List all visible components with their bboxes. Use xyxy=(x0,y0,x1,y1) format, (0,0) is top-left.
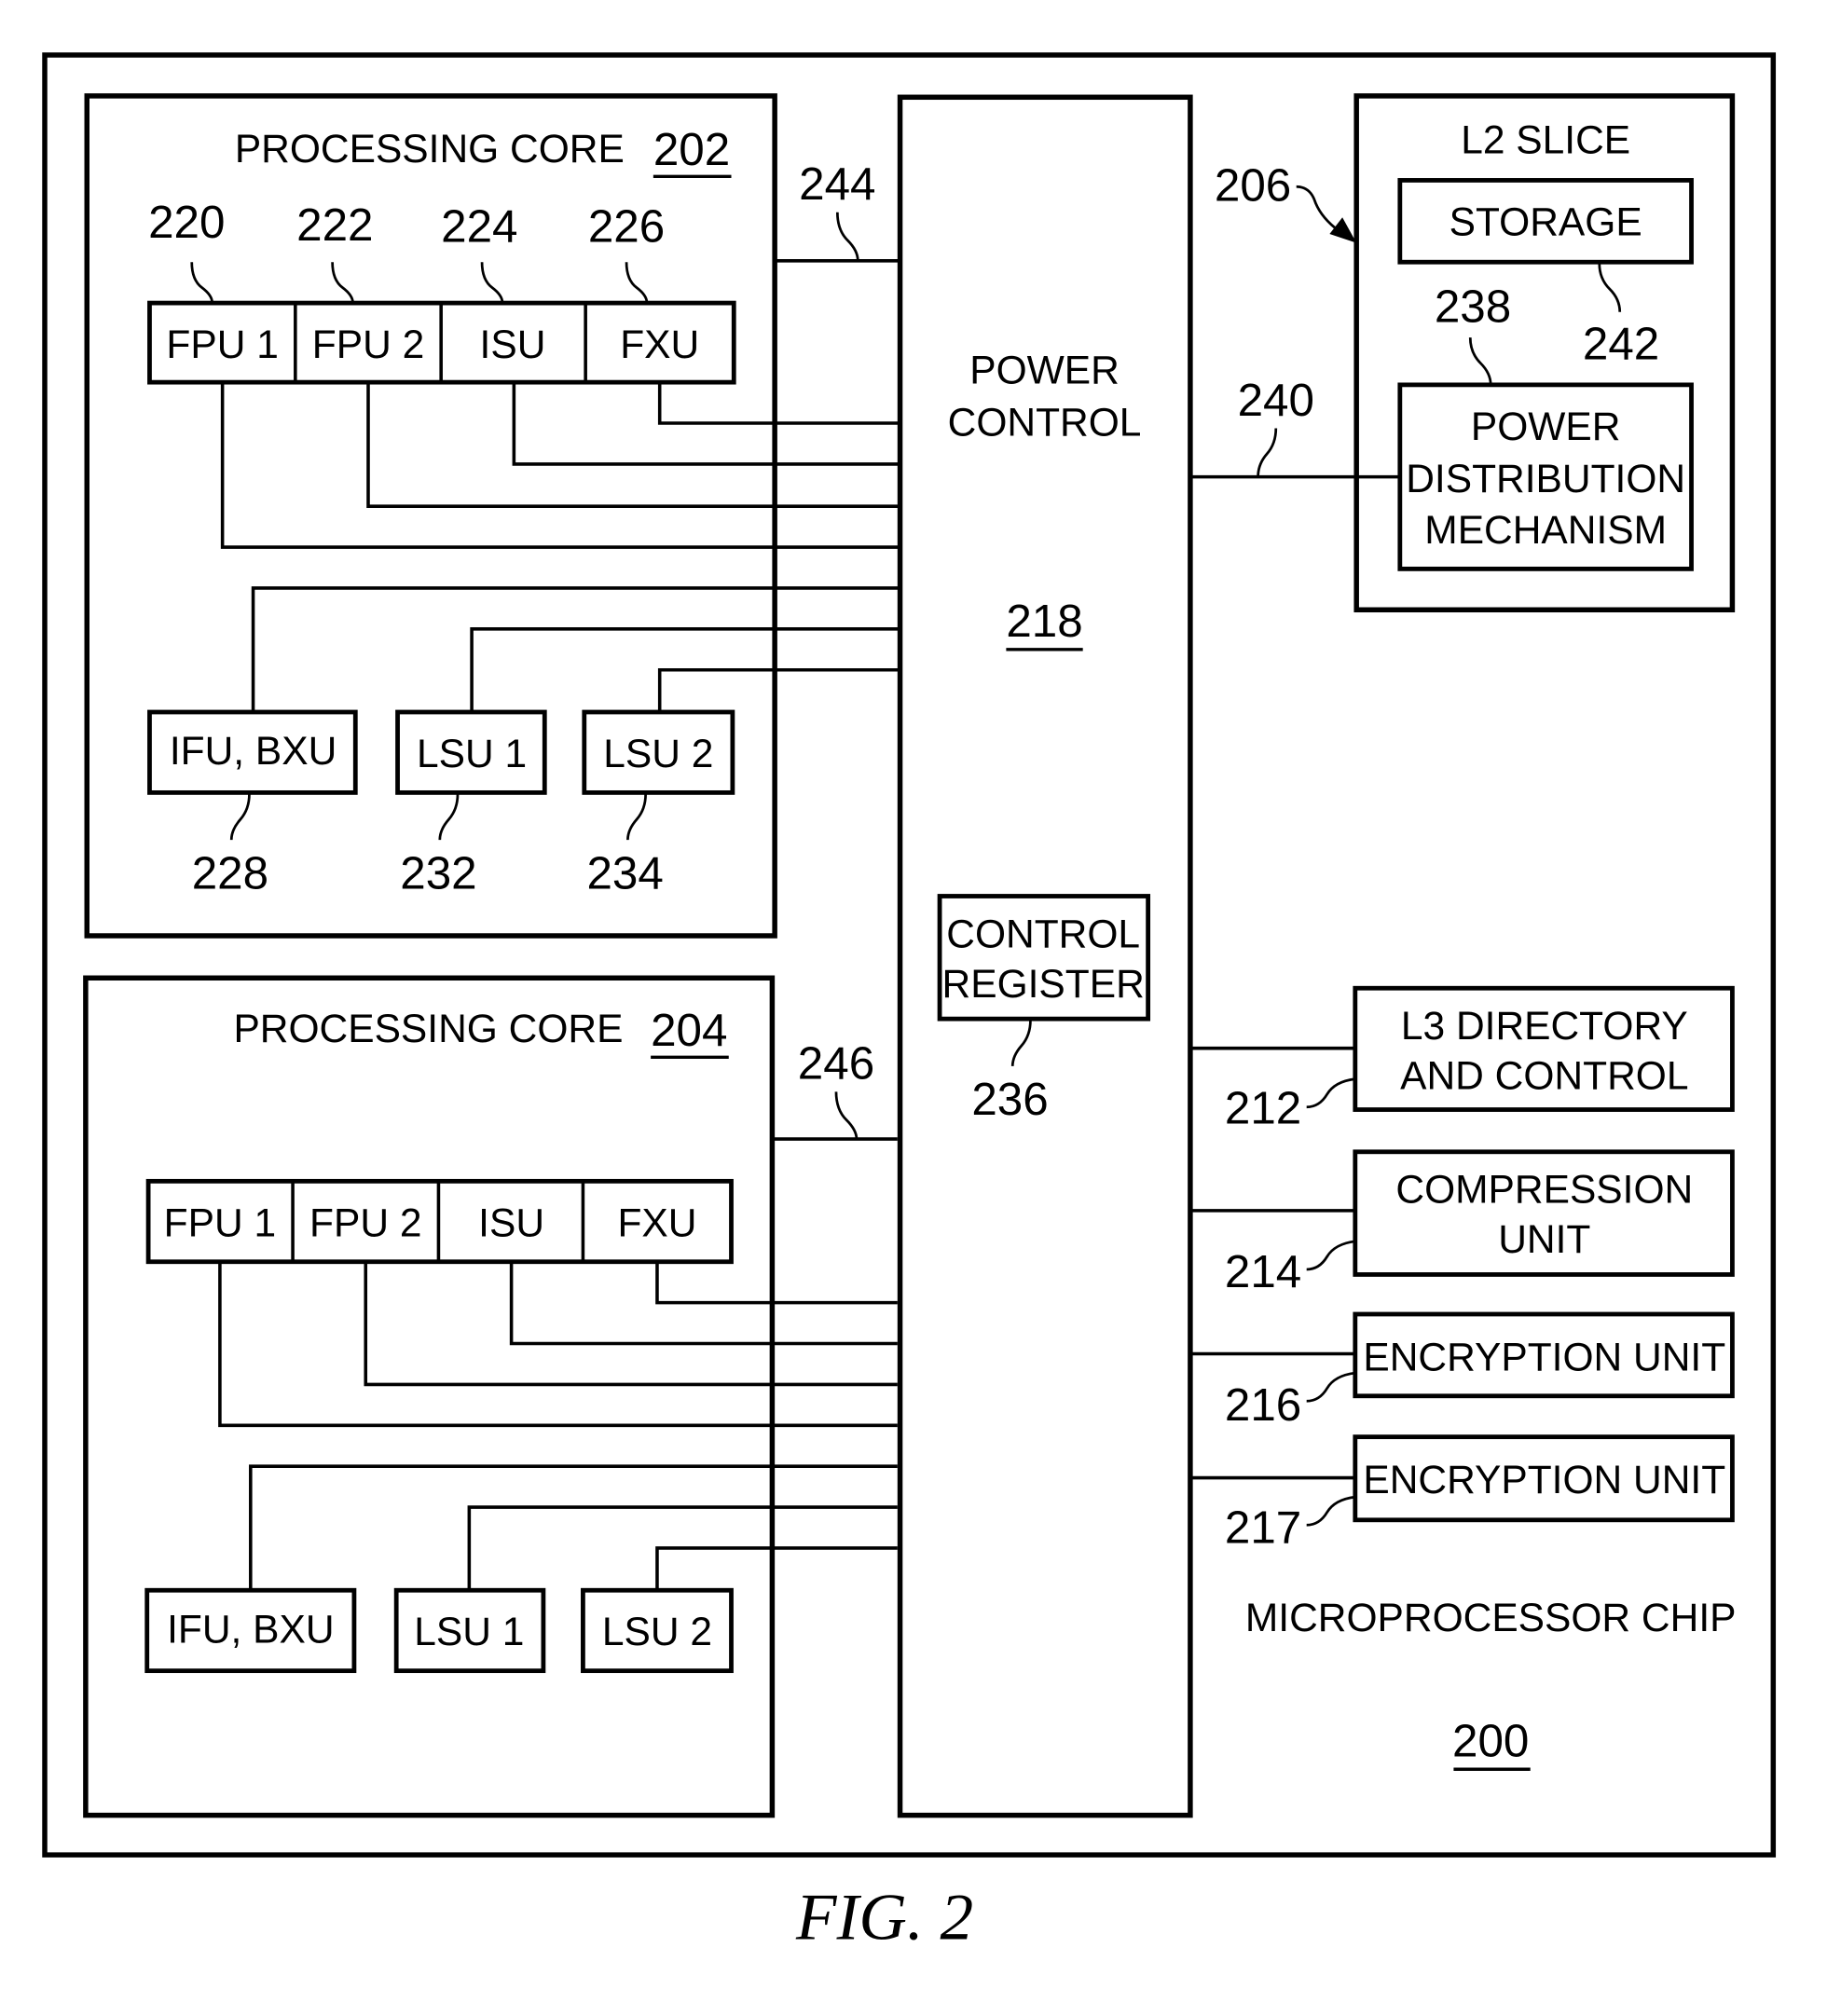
unit-lsu2-204: LSU 2 xyxy=(602,1611,712,1654)
peripheral-compression-214: COMPRESSION UNIT 214 xyxy=(1189,1149,1735,1297)
core-204-title: PROCESSING CORE xyxy=(233,1008,623,1051)
leader-232 xyxy=(438,793,460,841)
unit-fpu1-204: FPU 1 xyxy=(164,1201,276,1245)
unit-lsu2-202: LSU 2 xyxy=(603,733,713,776)
encryption-217-label: ENCRYPTION UNIT xyxy=(1363,1459,1725,1502)
l2-slice-title: L2 SLICE xyxy=(1461,119,1630,163)
unit-ifu-bxu-204: IFU, BXU xyxy=(167,1608,334,1652)
pdm-line3: MECHANISM xyxy=(1424,509,1667,553)
compression-line1: COMPRESSION xyxy=(1395,1169,1693,1213)
leader-238 xyxy=(1468,337,1492,385)
leader-220 xyxy=(190,262,214,304)
leader-226 xyxy=(625,262,649,304)
ref-234: 234 xyxy=(586,847,663,898)
ref-217: 217 xyxy=(1225,1502,1301,1553)
wire-fpu2-202 xyxy=(366,382,900,508)
wire-ifu-204 xyxy=(249,1464,898,1591)
encryption-216-label: ENCRYPTION UNIT xyxy=(1363,1336,1725,1379)
leader-222 xyxy=(331,262,354,304)
wire-fpu2-204 xyxy=(364,1261,898,1387)
figure-caption: FIG. 2 xyxy=(795,1881,973,1954)
storage-label: STORAGE xyxy=(1449,200,1642,244)
l2-slice-206: L2 SLICE STORAGE 242 238 POWER DISTRIBUT… xyxy=(1353,93,1736,613)
ref-224: 224 xyxy=(441,200,517,252)
wire-lsu2-202 xyxy=(657,667,900,712)
core-202-title: PROCESSING CORE xyxy=(235,128,625,171)
pdm-line1: POWER xyxy=(1471,405,1621,449)
unit-isu-204: ISU xyxy=(478,1201,544,1245)
leader-234 xyxy=(626,793,647,841)
ref-222: 222 xyxy=(296,199,373,251)
unit-fxu-202: FXU xyxy=(620,323,699,367)
peripheral-encryption-217: ENCRYPTION UNIT 217 xyxy=(1189,1434,1735,1553)
unit-isu-202: ISU xyxy=(480,323,546,367)
ref-216: 216 xyxy=(1225,1379,1301,1431)
ref-228: 228 xyxy=(192,847,268,898)
leader-246 xyxy=(834,1091,859,1140)
ref-214: 214 xyxy=(1225,1246,1301,1297)
leader-217 xyxy=(1306,1495,1355,1527)
l3-line2: AND CONTROL xyxy=(1400,1055,1688,1099)
ref-246: 246 xyxy=(798,1038,874,1090)
leader-214 xyxy=(1306,1240,1355,1271)
leader-236 xyxy=(1010,1020,1032,1066)
leader-206 xyxy=(1296,185,1336,229)
power-control-line1: POWER xyxy=(969,350,1120,393)
unit-lsu1-204: LSU 1 xyxy=(414,1611,524,1654)
ref-240: 240 xyxy=(1238,375,1314,426)
power-control-218: POWER CONTROL 218 CONTROL REGISTER 236 xyxy=(897,94,1193,1818)
leader-228 xyxy=(229,793,251,841)
ref-206: 206 xyxy=(1215,159,1291,211)
arrow-head-icon xyxy=(1329,217,1357,243)
unit-fpu1-202: FPU 1 xyxy=(166,323,278,367)
compression-line2: UNIT xyxy=(1498,1218,1590,1262)
control-register-line1: CONTROL xyxy=(946,912,1140,956)
chip-label: MICROPROCESSOR CHIP xyxy=(1245,1597,1737,1640)
unit-fpu2-202: FPU 2 xyxy=(312,323,424,367)
unit-lsu1-202: LSU 1 xyxy=(417,733,527,776)
processing-core-204: PROCESSING CORE 204 FPU 1 FPU 2 ISU FXU … xyxy=(83,975,898,1818)
ref-212: 212 xyxy=(1225,1083,1301,1134)
leader-224 xyxy=(480,262,504,304)
ref-226: 226 xyxy=(588,200,665,252)
peripheral-encryption-216: ENCRYPTION UNIT 216 xyxy=(1189,1311,1735,1431)
core-204-box xyxy=(83,975,776,1818)
ref-238: 238 xyxy=(1435,281,1511,333)
ref-244: 244 xyxy=(799,158,875,210)
wire-fxu-202 xyxy=(657,382,900,425)
unit-ifu-bxu-202: IFU, BXU xyxy=(170,730,337,774)
power-control-line2: CONTROL xyxy=(948,402,1142,446)
core-204-ref: 204 xyxy=(651,1005,727,1056)
ref-236: 236 xyxy=(971,1074,1048,1125)
power-control-ref: 218 xyxy=(1006,596,1082,647)
l3-line1: L3 DIRECTORY xyxy=(1401,1005,1688,1049)
ref-232: 232 xyxy=(400,847,476,898)
peripheral-l3-212: L3 DIRECTORY AND CONTROL 212 xyxy=(1189,985,1735,1134)
control-register-line2: REGISTER xyxy=(942,963,1145,1007)
leader-240 xyxy=(1257,428,1278,477)
patent-figure: PROCESSING CORE 202 220 222 224 226 FPU … xyxy=(42,52,1777,1954)
leader-216 xyxy=(1306,1371,1355,1403)
leader-244 xyxy=(835,212,859,261)
unit-fpu2-204: FPU 2 xyxy=(309,1201,421,1245)
wire-fxu-204 xyxy=(655,1261,898,1305)
leader-242 xyxy=(1598,263,1622,312)
wire-lsu2-204 xyxy=(655,1546,898,1591)
leader-212 xyxy=(1306,1077,1355,1109)
processing-core-202: PROCESSING CORE 202 220 222 224 226 FPU … xyxy=(84,93,900,939)
core-202-ref: 202 xyxy=(653,124,730,175)
pdm-line2: DISTRIBUTION xyxy=(1406,458,1685,501)
ref-242: 242 xyxy=(1583,318,1659,369)
chip-ref: 200 xyxy=(1452,1716,1529,1767)
unit-fxu-204: FXU xyxy=(617,1201,696,1245)
wire-ifu-202 xyxy=(251,586,900,712)
ref-220: 220 xyxy=(148,197,225,248)
